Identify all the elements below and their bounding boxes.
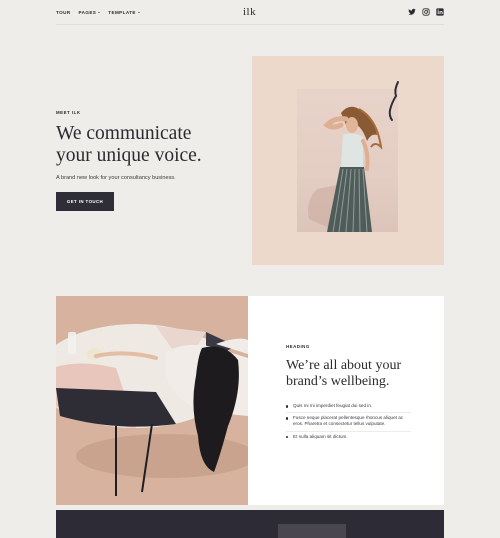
list-item: Et nulla aliquam sit dictum. (286, 432, 411, 443)
table-illustration (56, 296, 248, 505)
site-logo[interactable]: ilk (243, 6, 256, 18)
nav-link-template[interactable]: TEMPLATE (108, 10, 140, 15)
nav-link-label: TOUR (56, 10, 71, 15)
nav-links: TOUR PAGES TEMPLATE (56, 10, 140, 15)
hero-title: We communicate your unique voice. (56, 123, 246, 166)
section-title: We’re all about your brand’s wellbeing. (286, 358, 416, 390)
section-eyebrow: HEADING (286, 344, 310, 349)
chevron-down-icon (98, 12, 101, 13)
twitter-icon[interactable] (408, 8, 416, 16)
wellbeing-text-block: HEADING We’re all about your brand’s wel… (286, 344, 416, 390)
chevron-down-icon (137, 12, 140, 13)
instagram-icon[interactable] (422, 8, 430, 16)
list-item: Fusce neque placerat pellentesque rhoncu… (286, 413, 411, 432)
nav-link-label: PAGES (78, 10, 97, 15)
feature-list: Quis mi mi imperdiet feugiat dui sed in.… (286, 401, 411, 443)
social-links (408, 8, 444, 16)
hero-title-line-1: We communicate (56, 123, 192, 144)
nav-divider (56, 24, 444, 25)
hero-title-line-2: your unique voice. (56, 144, 202, 166)
nav-link-tour[interactable]: TOUR (56, 10, 71, 15)
list-item: Quis mi mi imperdiet feugiat dui sed in. (286, 401, 411, 414)
section-title-line-2: brand’s wellbeing. (286, 374, 390, 389)
get-in-touch-button[interactable]: GET IN TOUCH (56, 192, 114, 211)
brush-stroke-decoration (388, 81, 399, 121)
dark-section (56, 510, 444, 538)
table-photo (56, 296, 248, 505)
linkedin-icon[interactable] (436, 8, 444, 16)
nav-link-pages[interactable]: PAGES (79, 10, 101, 15)
top-navigation: TOUR PAGES TEMPLATE ilk (56, 6, 444, 20)
hero-eyebrow: MEET ILK (56, 110, 81, 115)
section-title-line-1: We’re all about your (286, 358, 402, 373)
dark-section-photo (278, 524, 346, 538)
hero-text-block: MEET ILK We communicate your unique voic… (56, 110, 246, 181)
hero-subtitle: A brand new look for your consultancy bu… (56, 175, 176, 181)
nav-link-label: TEMPLATE (108, 10, 136, 15)
